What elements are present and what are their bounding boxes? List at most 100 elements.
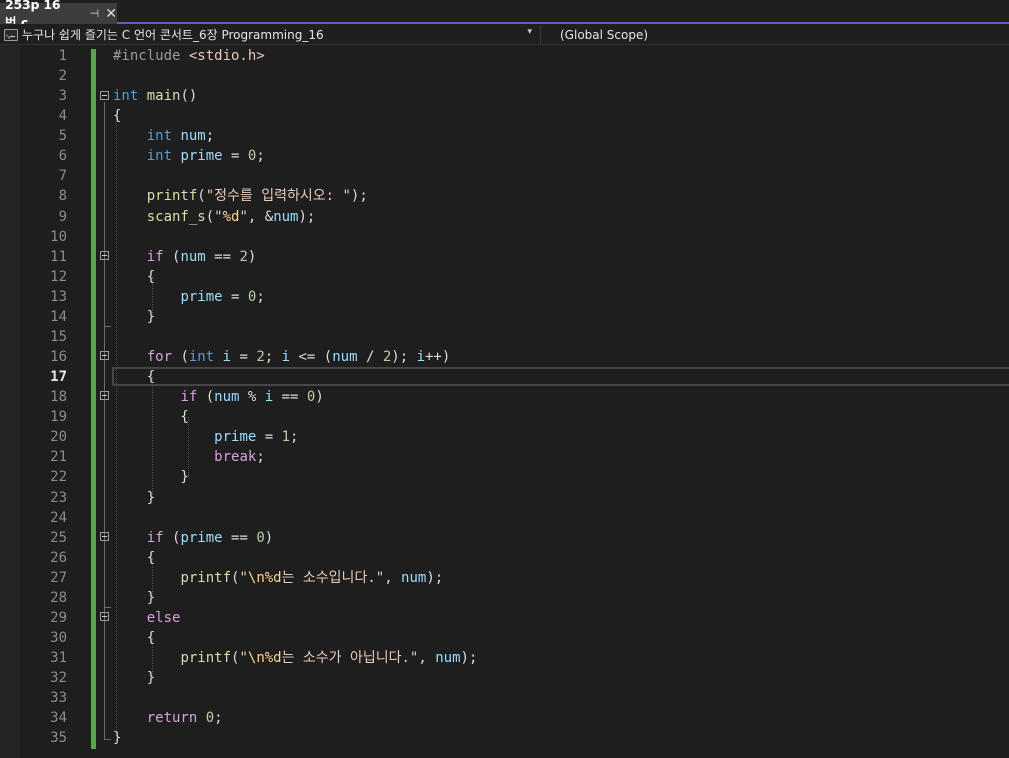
- code-token: main: [146, 88, 181, 105]
- code-token: for: [146, 349, 173, 366]
- code-line[interactable]: 24: [0, 508, 1009, 528]
- code-line[interactable]: 21 break;: [0, 447, 1009, 467]
- code-token: int: [146, 128, 173, 145]
- code-line[interactable]: 26 {: [0, 548, 1009, 568]
- code-token: (: [163, 529, 181, 546]
- line-number: 29: [50, 609, 67, 626]
- code-token: /: [357, 349, 383, 366]
- code-token: prime: [180, 529, 223, 546]
- pin-icon[interactable]: ⊣: [90, 7, 100, 20]
- code-token: ;: [264, 349, 282, 366]
- line-number: 13: [50, 288, 67, 305]
- code-line[interactable]: 12 {: [0, 267, 1009, 287]
- code-line[interactable]: 35}: [0, 728, 1009, 748]
- code-token: 는 소수가 아닙니다.": [281, 650, 419, 667]
- code-token: 2: [256, 349, 265, 366]
- code-line[interactable]: 31 printf("\n%d는 소수가 아닙니다.", num);: [0, 648, 1009, 668]
- code-token: ==: [205, 248, 240, 265]
- code-editor[interactable]: 1 #include <stdio.h> 2 3 int main() 4{5 int n…: [0, 46, 1009, 758]
- code-token: %d: [222, 208, 240, 225]
- code-line[interactable]: 7: [0, 166, 1009, 186]
- code-line[interactable]: 14 }: [0, 307, 1009, 327]
- code-token: %: [239, 389, 265, 406]
- cpp-project-icon: [4, 28, 18, 41]
- code-text: break;: [113, 447, 265, 467]
- document-tab-strip: 253p 16번.c ⊣ ✕: [0, 0, 1009, 30]
- code-token: ;: [290, 429, 299, 446]
- code-line[interactable]: 9 scanf_s("%d", &num);: [0, 207, 1009, 227]
- code-line[interactable]: 22 }: [0, 467, 1009, 487]
- code-token: ++): [425, 349, 451, 366]
- line-number: 28: [50, 589, 67, 606]
- code-line[interactable]: 20 prime = 1;: [0, 427, 1009, 447]
- code-line[interactable]: 32 }: [0, 668, 1009, 688]
- code-token: ": [239, 569, 248, 586]
- code-line[interactable]: 4{: [0, 106, 1009, 126]
- code-line[interactable]: 33: [0, 688, 1009, 708]
- code-line[interactable]: 1 #include <stdio.h>: [0, 46, 1009, 66]
- code-token: ;: [205, 128, 215, 145]
- code-token: );: [426, 569, 444, 586]
- code-text: printf("\n%d는 소수가 아닙니다.", num);: [113, 648, 477, 668]
- line-number: 26: [50, 549, 67, 566]
- close-icon[interactable]: ✕: [105, 7, 117, 21]
- line-number: 21: [50, 449, 67, 466]
- code-token: ": [214, 208, 223, 225]
- code-token: int: [188, 349, 215, 366]
- code-line[interactable]: 10: [0, 227, 1009, 247]
- code-line[interactable]: 19 {: [0, 407, 1009, 427]
- code-line[interactable]: 16 for (int i = 2; i <= (num / 2); i++): [0, 347, 1009, 367]
- line-number: 6: [58, 148, 67, 165]
- code-token: 는 소수입니다.": [281, 569, 385, 586]
- code-token: =: [222, 148, 248, 165]
- code-token: \n%d: [247, 569, 282, 586]
- code-token: 2: [382, 349, 392, 366]
- code-token: prime: [180, 288, 223, 305]
- code-line[interactable]: 23 }: [0, 488, 1009, 508]
- line-number: 15: [50, 328, 67, 345]
- line-number: 35: [50, 730, 67, 747]
- code-token: (: [197, 188, 206, 205]
- code-token: {: [113, 268, 156, 285]
- code-line[interactable]: 25 if (prime == 0): [0, 528, 1009, 548]
- code-line[interactable]: 13 prime = 0;: [0, 287, 1009, 307]
- code-line[interactable]: 27 printf("\n%d는 소수입니다.", num);: [0, 568, 1009, 588]
- code-line[interactable]: 34 return 0;: [0, 708, 1009, 728]
- code-text: if (num % i == 0): [113, 387, 323, 407]
- code-token: }: [113, 670, 156, 687]
- code-line[interactable]: 15: [0, 327, 1009, 347]
- code-token: (: [163, 248, 181, 265]
- code-line[interactable]: 28 }: [0, 588, 1009, 608]
- code-token: 0: [205, 710, 215, 727]
- code-token: =: [222, 288, 248, 305]
- scope-dropdown[interactable]: (Global Scope): [540, 25, 1009, 44]
- code-line[interactable]: 30 {: [0, 628, 1009, 648]
- code-line[interactable]: 3 int main(): [0, 86, 1009, 106]
- project-dropdown[interactable]: 누구나 쉽게 즐기는 C 언어 콘서트_6장 Programming_16 ▾: [0, 25, 538, 44]
- code-text: int prime = 0;: [113, 146, 265, 166]
- code-line[interactable]: 8 printf("정수를 입력하시오: ");: [0, 186, 1009, 206]
- code-token: ;: [256, 288, 265, 305]
- code-line[interactable]: 2: [0, 66, 1009, 86]
- line-number: 27: [50, 569, 67, 586]
- code-line[interactable]: 5 int num;: [0, 126, 1009, 146]
- code-line[interactable]: 17 {: [0, 367, 1009, 387]
- code-line[interactable]: 6 int prime = 0;: [0, 146, 1009, 166]
- document-tab[interactable]: 253p 16번.c ⊣ ✕: [0, 0, 117, 30]
- code-line[interactable]: 18 if (num % i == 0): [0, 387, 1009, 407]
- code-token: if: [146, 529, 164, 546]
- code-token: ,: [418, 650, 436, 667]
- code-token: ;: [256, 449, 265, 466]
- code-line[interactable]: 29 else: [0, 608, 1009, 628]
- code-token: ": [239, 208, 248, 225]
- code-token: num: [435, 650, 461, 667]
- line-number: 33: [50, 690, 67, 707]
- code-line[interactable]: 11 if (num == 2): [0, 247, 1009, 267]
- code-text: #include <stdio.h>: [113, 46, 265, 66]
